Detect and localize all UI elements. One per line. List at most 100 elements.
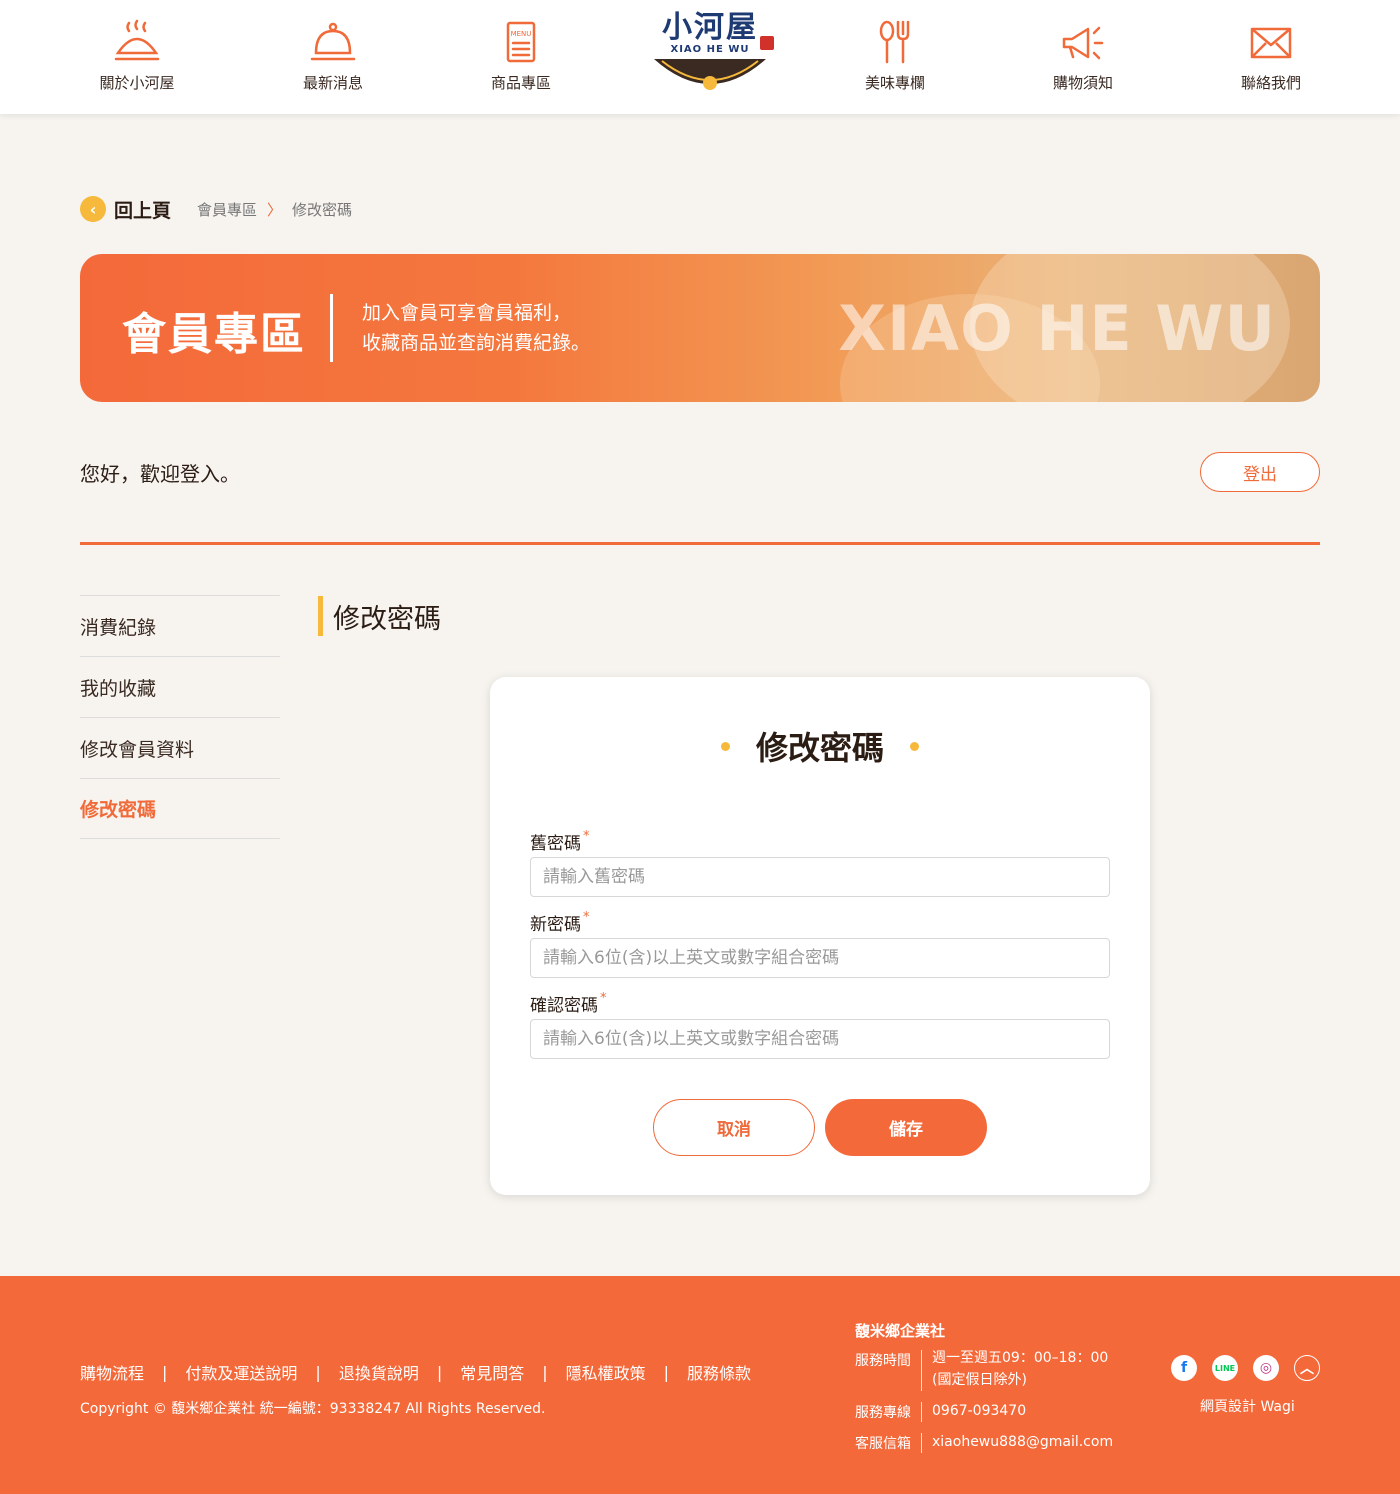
logout-button[interactable]: 登出 (1200, 452, 1320, 492)
divider (80, 542, 1320, 545)
logo-brand: 小河屋 (662, 10, 758, 45)
line-icon[interactable]: LINE (1212, 1355, 1238, 1381)
service-hours: 服務時間 週一至週五09：00–18：00 (國定假日除外) (855, 1350, 1108, 1391)
svg-text:MENU: MENU (511, 30, 532, 38)
nav-label: 商品專區 (490, 74, 551, 92)
footer-link-terms[interactable]: 服務條款 (687, 1360, 751, 1384)
footer-link-faq[interactable]: 常見問答 (460, 1360, 524, 1384)
nav-shopping-info[interactable]: 購物須知 (1013, 18, 1153, 98)
section-heading: 修改密碼 (318, 596, 441, 636)
service-email: 客服信箱 xiaohewu888@gmail.com (855, 1433, 1113, 1453)
nav-label: 購物須知 (1052, 74, 1113, 92)
nav-label: 聯絡我們 (1240, 74, 1301, 92)
nav-about[interactable]: 關於小河屋 (67, 18, 207, 98)
nav-column[interactable]: 美味專欄 (825, 18, 965, 98)
nav-news[interactable]: 最新消息 (263, 18, 403, 98)
change-password-card: 修改密碼 舊密碼 * 新密碼 * 確認密碼 * 取消 儲存 (490, 677, 1150, 1195)
label-text: 舊密碼 (530, 834, 581, 854)
confirm-password-input[interactable] (530, 1019, 1110, 1059)
card-title: 修改密碼 (755, 729, 884, 767)
seal-icon (760, 36, 774, 50)
info-key: 客服信箱 (855, 1436, 911, 1452)
side-item-favorites[interactable]: 我的收藏 (80, 656, 280, 717)
facebook-icon[interactable]: f (1171, 1355, 1197, 1381)
required-mark: * (583, 910, 590, 925)
email-link[interactable]: xiaohewu888@gmail.com (932, 1433, 1113, 1453)
new-password-input[interactable] (530, 938, 1110, 978)
instagram-icon[interactable]: ◎ (1253, 1355, 1279, 1381)
mail-icon (1245, 18, 1297, 66)
required-mark: * (600, 991, 607, 1006)
side-item-edit-profile[interactable]: 修改會員資料 (80, 717, 280, 778)
footer-link-separator: | (315, 1362, 321, 1382)
banner-description: 加入會員可享會員福利， 收藏商品並查詢消費紀錄。 (362, 298, 590, 358)
save-button[interactable]: 儲存 (825, 1099, 987, 1156)
card-heading: 修改密碼 (490, 723, 1150, 769)
footer-link-separator: | (663, 1362, 670, 1382)
company-name: 馥米鄉企業社 (855, 1322, 946, 1340)
nav-label: 關於小河屋 (99, 74, 175, 92)
service-phone: 服務專線 0967-093470 (855, 1402, 1026, 1422)
footer-link-separator: | (162, 1362, 168, 1382)
dot-icon (910, 741, 919, 751)
cancel-button[interactable]: 取消 (653, 1099, 815, 1156)
side-item-orders[interactable]: 消費紀錄 (80, 595, 280, 656)
copyright: Copyright © 馥米鄉企業社 統一編號：93338247 All Rig… (80, 1401, 546, 1417)
banner-watermark: XIAO HE WU (838, 292, 1276, 365)
designer-credit[interactable]: 網頁設計 Wagi (1200, 1396, 1295, 1416)
new-password-label: 新密碼 * (530, 910, 590, 935)
footer-link-payment[interactable]: 付款及運送說明 (185, 1360, 297, 1384)
nav-contact[interactable]: 聯絡我們 (1201, 18, 1341, 98)
banner-line: 收藏商品並查詢消費紀錄。 (362, 332, 591, 354)
info-value: 週一至週五09：00–18：00 (國定假日除外) (932, 1347, 1108, 1391)
label-text: 新密碼 (530, 915, 581, 935)
info-key: 服務專線 (855, 1405, 911, 1421)
confirm-password-label: 確認密碼 * (530, 991, 607, 1016)
menu-icon: MENU (495, 18, 547, 66)
cloche-icon (307, 18, 359, 66)
breadcrumb: ‹ 回上頁 會員專區 〉 修改密碼 (80, 194, 352, 224)
old-password-label: 舊密碼 * (530, 829, 590, 854)
site-logo[interactable]: 小河屋 XIAO HE WU (640, 10, 780, 102)
hours-line: 週一至週五09：00–18：00 (932, 1350, 1109, 1366)
chevron-left-icon[interactable]: ‹ (80, 196, 106, 222)
info-divider (921, 1433, 922, 1453)
megaphone-icon (1057, 18, 1109, 66)
social-links: f LINE ◎ ︿ (1171, 1355, 1335, 1381)
footer-link-returns[interactable]: 退換貨說明 (339, 1360, 419, 1384)
member-side-menu: 消費紀錄 我的收藏 修改會員資料 修改密碼 (80, 595, 280, 839)
breadcrumb-item-member[interactable]: 會員專區 (197, 199, 257, 220)
back-link[interactable]: 回上頁 (114, 196, 171, 223)
hours-line: (國定假日除外) (932, 1372, 1027, 1388)
breadcrumb-item-current: 修改密碼 (292, 200, 353, 219)
banner-divider (330, 294, 333, 362)
phone-link[interactable]: 0967-093470 (932, 1402, 1026, 1422)
nav-label: 最新消息 (302, 74, 363, 92)
banner-line: 加入會員可享會員福利， (362, 302, 572, 324)
old-password-input[interactable] (530, 857, 1110, 897)
info-key: 服務時間 (855, 1353, 911, 1369)
label-text: 確認密碼 (530, 996, 598, 1016)
welcome-text: 您好，歡迎登入。 (80, 462, 240, 486)
dot-icon (720, 741, 730, 751)
site-footer: 購物流程 | 付款及運送說明 | 退換貨說明 | 常見問答 | 隱私權政策 | … (0, 1276, 1400, 1494)
info-divider (921, 1402, 922, 1422)
footer-link-shopping-flow[interactable]: 購物流程 (80, 1360, 144, 1384)
footer-link-separator: | (542, 1362, 548, 1382)
chevron-right-icon: 〉 (267, 200, 283, 219)
dumpling-icon (111, 18, 163, 66)
section-title: 修改密碼 (333, 603, 441, 635)
nav-products[interactable]: MENU 商品專區 (451, 18, 591, 98)
footer-links: 購物流程 | 付款及運送說明 | 退換貨說明 | 常見問答 | 隱私權政策 | … (80, 1360, 751, 1384)
site-header: 關於小河屋 最新消息 MENU 商品專區 小河屋 XIAO HE WU 美味專欄… (0, 0, 1400, 114)
back-to-top-icon[interactable]: ︿ (1294, 1355, 1320, 1381)
info-divider (921, 1350, 922, 1391)
side-item-change-password[interactable]: 修改密碼 (80, 778, 280, 839)
required-mark: * (583, 829, 590, 844)
nav-label: 美味專欄 (864, 74, 925, 92)
logo-bowl-icon (654, 59, 766, 90)
heading-accent-bar (318, 596, 323, 636)
footer-link-privacy[interactable]: 隱私權政策 (566, 1360, 646, 1384)
member-banner: 會員專區 加入會員可享會員福利， 收藏商品並查詢消費紀錄。 XIAO HE WU (80, 254, 1320, 402)
footer-link-separator: | (436, 1362, 443, 1382)
